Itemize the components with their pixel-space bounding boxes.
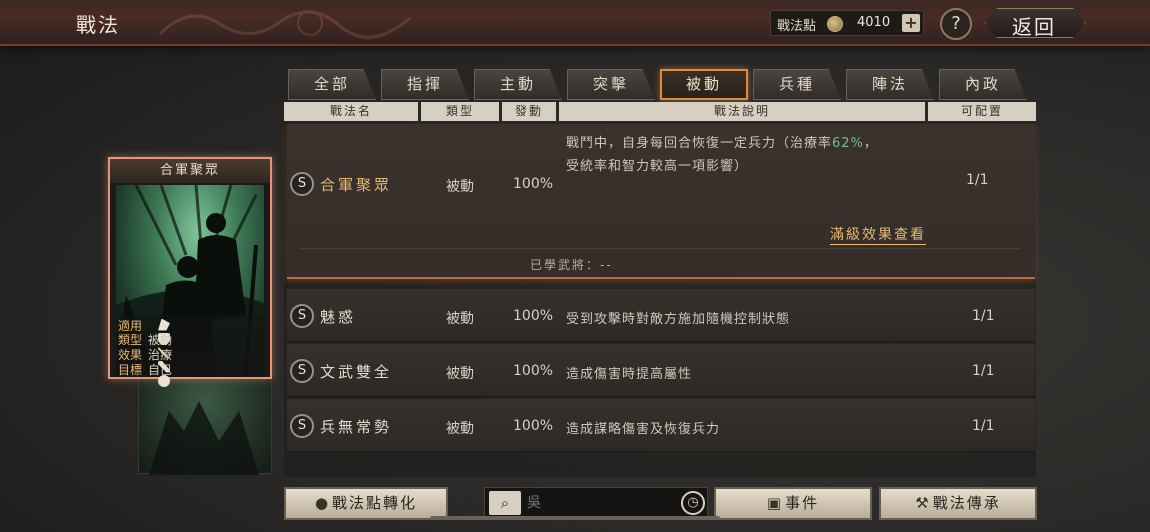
history-clock-icon[interactable]: ◷ (681, 491, 705, 515)
home-indicator (430, 516, 720, 520)
tab-troop-type[interactable]: 兵種 (753, 69, 841, 100)
hammer-icon: ⚒ (915, 494, 931, 512)
skill-description: 造成傷害時提高屬性 (566, 367, 693, 382)
skill-rate: 100% (513, 308, 554, 324)
divider (300, 248, 1020, 249)
skill-type: 被動 (446, 311, 474, 327)
convert-points-button[interactable]: ● 戰法點轉化 (284, 487, 448, 520)
back-button-label: 返回 (1012, 15, 1056, 39)
skill-description-line-2: 受統率和智力較高一項影響） (566, 159, 749, 174)
troop-type-icons (158, 317, 174, 387)
max-level-effect-link[interactable]: 滿級效果查看 (830, 224, 926, 245)
skill-name: 兵無常勢 (320, 418, 393, 436)
flame-icon: ● (314, 494, 331, 512)
grade-badge: S (290, 304, 314, 328)
tab-passive[interactable]: 被動 (660, 69, 748, 100)
scroll-icon: ▣ (766, 494, 784, 512)
card-effect-label: 效果 (118, 348, 143, 362)
column-header-rate[interactable]: 發動 (502, 102, 556, 121)
skill-name: 文武雙全 (320, 363, 393, 381)
tab-internal-affairs[interactable]: 內政 (939, 69, 1027, 100)
learned-generals-text: 已學武將：-- (530, 258, 613, 272)
back-button[interactable]: 返回 (985, 8, 1085, 38)
skill-type: 被動 (446, 421, 474, 437)
events-button[interactable]: ▣ 事件 (714, 487, 872, 520)
tab-assault[interactable]: 突擊 (567, 69, 655, 100)
skill-config: 1/1 (966, 172, 989, 188)
skill-description: 造成謀略傷害及恢復兵力 (566, 422, 721, 437)
top-bar: 戰法 戰法點 4010 + ? 返回 (0, 0, 1150, 46)
add-points-button[interactable]: + (902, 14, 920, 32)
skill-config: 1/1 (972, 418, 995, 434)
skill-inherit-label: 戰法傳承 (932, 494, 1001, 512)
column-header-description: 戰法說明 (559, 102, 925, 121)
skill-rate: 100% (513, 363, 554, 379)
skill-type: 被動 (446, 366, 474, 382)
tab-all[interactable]: 全部 (288, 69, 376, 100)
cavalry-icon (158, 318, 170, 331)
decorative-swirl-icon (158, 10, 411, 39)
skill-points-display: 戰法點 4010 + (770, 10, 924, 36)
card-info-panel: 適用 類型 被動 效果 治療 目標 自己 (116, 315, 264, 387)
search-icon[interactable]: ⌕ (489, 491, 521, 515)
skill-type: 被動 (446, 179, 474, 195)
card-target-row: 目標 自己 (118, 361, 172, 378)
skill-points-value: 4010 (857, 15, 891, 30)
column-header-name[interactable]: 戰法名 (284, 102, 418, 121)
search-input[interactable] (527, 492, 657, 514)
heal-rate-highlight: 62% (832, 136, 864, 151)
tab-formation[interactable]: 陣法 (846, 69, 934, 100)
page-title: 戰法 (76, 13, 120, 37)
skill-inherit-button[interactable]: ⚒ 戰法傳承 (879, 487, 1037, 520)
card-title: 合軍聚眾 (110, 159, 270, 183)
grade-badge: S (290, 414, 314, 438)
card-type-value: 被動 (148, 333, 173, 347)
tab-active[interactable]: 主動 (474, 69, 562, 100)
search-bar: ⌕ ◷ (484, 487, 708, 519)
card-target-label: 目標 (118, 363, 143, 377)
skill-config: 1/1 (972, 363, 995, 379)
card-target-value: 自己 (148, 363, 173, 377)
skill-name: 魅惑 (320, 308, 357, 326)
convert-points-label: 戰法點轉化 (332, 494, 418, 512)
skill-description-line-1: 戰鬥中，自身每回合恢復一定兵力（治療率62%， (566, 136, 878, 151)
skill-config: 1/1 (972, 308, 995, 324)
skill-rate: 100% (513, 418, 554, 434)
coin-icon (827, 16, 843, 32)
tab-command[interactable]: 指揮 (381, 69, 469, 100)
skill-description: 受到攻擊時對敵方施加隨機控制狀態 (566, 312, 791, 327)
grade-badge: S (290, 172, 314, 196)
column-header-config[interactable]: 可配置 (928, 102, 1036, 121)
column-header-type[interactable]: 類型 (421, 102, 499, 121)
card-type-label: 類型 (118, 333, 143, 347)
skill-card[interactable]: 合軍聚眾 適用 類型 被動 效果 治療 目標 自己 (108, 157, 272, 387)
grade-badge: S (290, 359, 314, 383)
events-label: 事件 (785, 494, 820, 512)
card-effect-value: 治療 (148, 348, 173, 362)
skill-rate: 100% (513, 176, 554, 192)
skill-points-label: 戰法點 (777, 19, 817, 34)
skill-name: 合軍聚眾 (320, 176, 393, 194)
help-button[interactable]: ? (940, 8, 972, 40)
